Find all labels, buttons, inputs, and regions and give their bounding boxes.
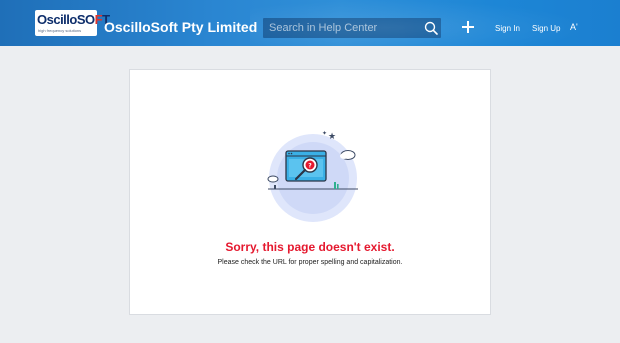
search-icon[interactable]: [423, 20, 439, 36]
brand-name[interactable]: OscilloSoft Pty Limited: [104, 19, 257, 35]
error-card: ★ ✦ ? Sorry, this page doesn't exist. Pl…: [129, 69, 491, 315]
magnifier-over-window-illustration: ★ ✦ ?: [267, 130, 358, 222]
top-header: OscilloSOFT high frequency solutions Osc…: [0, 0, 620, 46]
svg-text:★: ★: [328, 132, 336, 142]
sign-in-link[interactable]: Sign In: [495, 24, 520, 33]
svg-text:✦: ✦: [322, 130, 327, 137]
error-message: Please check the URL for proper spelling…: [217, 259, 403, 266]
sign-up-link[interactable]: Sign Up: [532, 24, 560, 33]
error-title: Sorry, this page doesn't exist.: [225, 240, 395, 254]
company-logo[interactable]: OscilloSOFT high frequency solutions: [35, 10, 110, 36]
cloud-icon: [340, 150, 356, 160]
search-box: [263, 18, 441, 38]
plus-icon[interactable]: [460, 19, 476, 35]
svg-text:?: ?: [308, 163, 312, 170]
logo-tagline: high frequency solutions: [38, 28, 82, 33]
search-input[interactable]: [269, 21, 419, 35]
font-size-toggle[interactable]: A': [570, 22, 578, 32]
logo-wordmark: OscilloSOFT: [37, 12, 110, 27]
